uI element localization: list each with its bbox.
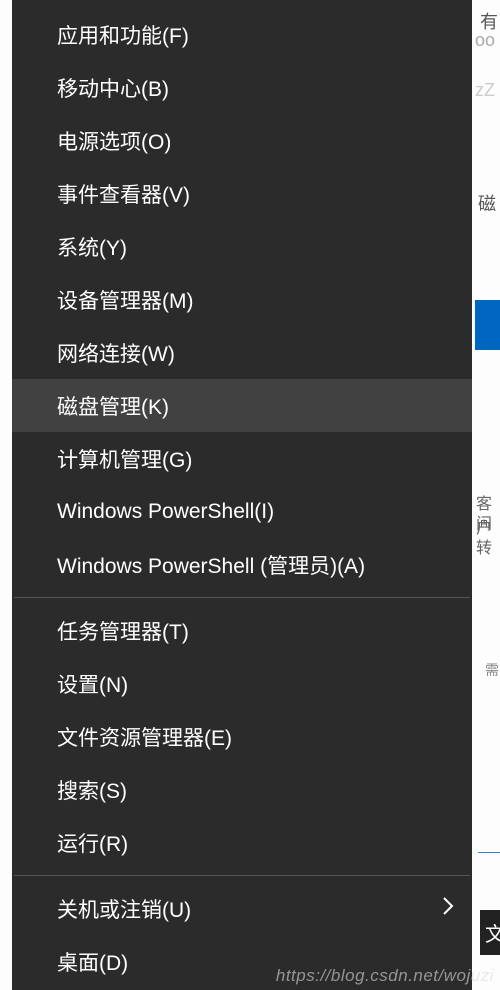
chevron-right-icon (443, 897, 454, 921)
menu-item-shutdown-signout[interactable]: 关机或注销(U) (12, 882, 472, 935)
menu-item-label: 电源选项(O) (57, 126, 171, 156)
watermark-text: https://blog.csdn.net/wojuzi (276, 966, 494, 986)
menu-separator (14, 875, 470, 876)
menu-item-device-manager[interactable]: 设备管理器(M) (12, 273, 472, 326)
menu-item-label: 磁盘管理(K) (57, 391, 169, 421)
menu-separator (14, 597, 470, 598)
menu-item-mobility-center[interactable]: 移动中心(B) (12, 61, 472, 114)
menu-item-settings[interactable]: 设置(N) (12, 657, 472, 710)
menu-item-file-explorer[interactable]: 文件资源管理器(E) (12, 710, 472, 763)
winx-context-menu: 应用和功能(F) 移动中心(B) 电源选项(O) 事件查看器(V) 系统(Y) … (12, 0, 472, 990)
menu-item-label: 事件查看器(V) (57, 179, 190, 209)
menu-item-event-viewer[interactable]: 事件查看器(V) (12, 167, 472, 220)
menu-item-label: 文件资源管理器(E) (57, 722, 232, 752)
menu-item-label: 应用和功能(F) (57, 20, 189, 50)
menu-item-label: 移动中心(B) (57, 73, 169, 103)
menu-item-network-connections[interactable]: 网络连接(W) (12, 326, 472, 379)
menu-item-run[interactable]: 运行(R) (12, 816, 472, 869)
menu-item-label: 搜索(S) (57, 775, 127, 805)
menu-item-powershell[interactable]: Windows PowerShell(I) (12, 485, 472, 538)
menu-item-disk-management[interactable]: 磁盘管理(K) (12, 379, 472, 432)
bg-text-fragment: 间转 (476, 510, 500, 558)
menu-item-label: Windows PowerShell (管理员)(A) (57, 550, 365, 580)
menu-item-label: 任务管理器(T) (57, 616, 189, 646)
menu-item-power-options[interactable]: 电源选项(O) (12, 114, 472, 167)
menu-item-task-manager[interactable]: 任务管理器(T) (12, 604, 472, 657)
menu-item-label: 网络连接(W) (57, 338, 175, 368)
bg-text-fragment: oo (475, 30, 495, 51)
menu-item-label: 运行(R) (57, 828, 128, 858)
menu-item-search[interactable]: 搜索(S) (12, 763, 472, 816)
menu-item-label: 设置(N) (57, 669, 128, 699)
menu-item-label: 桌面(D) (57, 947, 128, 977)
menu-item-label: 设备管理器(M) (57, 285, 193, 315)
bg-dark-tab: 文 (480, 910, 500, 955)
menu-item-system[interactable]: 系统(Y) (12, 220, 472, 273)
bg-text-fragment: zZ (475, 80, 495, 101)
menu-item-label: 关机或注销(U) (57, 894, 191, 924)
menu-item-apps-features[interactable]: 应用和功能(F) (12, 8, 472, 61)
menu-item-powershell-admin[interactable]: Windows PowerShell (管理员)(A) (12, 538, 472, 591)
menu-item-computer-management[interactable]: 计算机管理(G) (12, 432, 472, 485)
menu-item-label: 系统(Y) (57, 232, 127, 262)
bg-blue-accent (475, 300, 500, 350)
menu-item-label: 计算机管理(G) (57, 444, 192, 474)
menu-item-label: Windows PowerShell(I) (57, 500, 274, 524)
bg-text-fragment: 需 (485, 660, 499, 680)
bg-text-fragment: 磁 (478, 190, 496, 216)
bg-line (478, 852, 500, 853)
